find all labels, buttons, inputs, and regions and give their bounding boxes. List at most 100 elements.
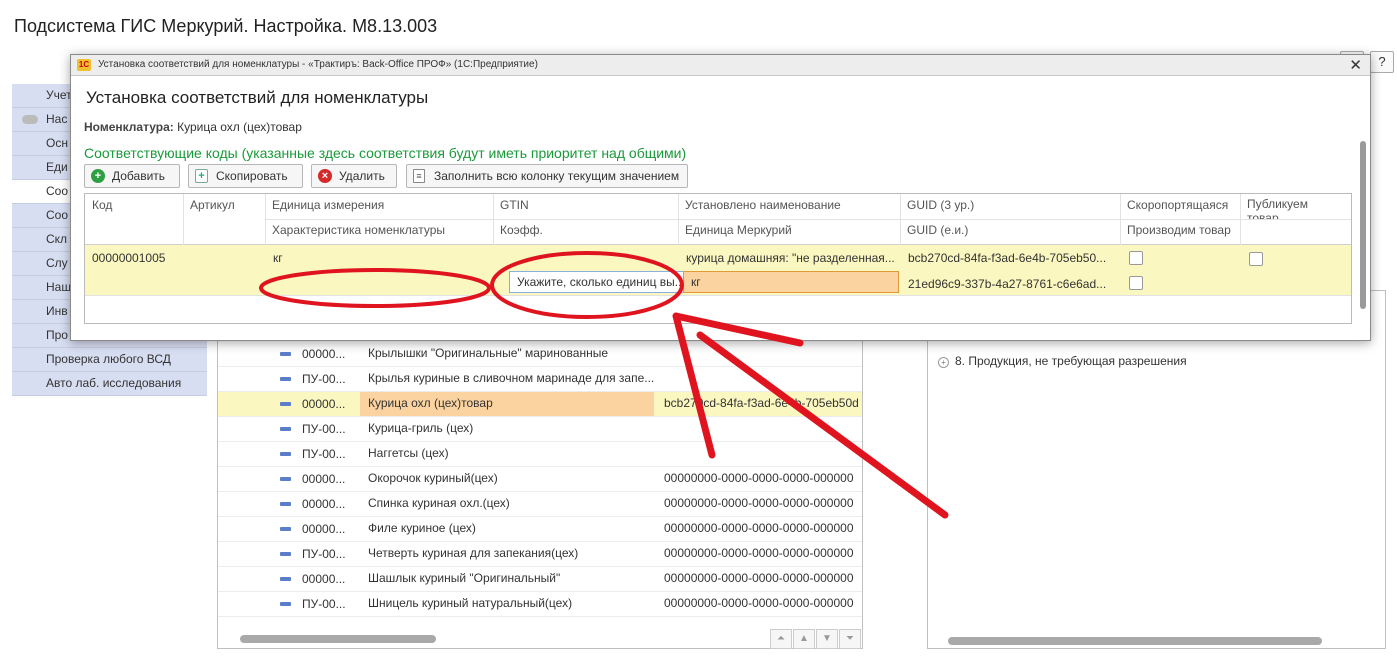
item-guid: 00000000-0000-0000-0000-000000 (664, 596, 854, 610)
col-characteristic[interactable]: Характеристика номенклатуры (265, 219, 493, 244)
dialog-heading: Установка соответствий для номенклатуры (86, 88, 429, 107)
item-name: Крылья куриные в сливочном маринаде для … (368, 371, 654, 385)
toggle-icon[interactable] (22, 115, 38, 124)
col-mercury-unit[interactable]: Единица Меркурий (678, 219, 900, 244)
row-guid-unit[interactable]: 21ed96c9-337b-4a27-8761-c6e6ad... (908, 277, 1116, 291)
nomenclature-value[interactable]: Курица охл (цех)товар (177, 120, 302, 134)
coef-input[interactable]: Укажите, сколько единиц вы... (509, 271, 689, 293)
item-icon (280, 352, 291, 356)
perishable-checkbox[interactable] (1129, 251, 1143, 265)
list-item[interactable]: 00000... Шашлык куриный "Оригинальный" 000… (218, 566, 862, 592)
nav-item[interactable]: Проверка любого ВСД (12, 348, 207, 372)
list-horizontal-scrollbar[interactable] (240, 635, 436, 643)
scroll-up-icon[interactable]: ▲ (793, 629, 815, 649)
col-code[interactable]: Код (85, 194, 183, 219)
help-button[interactable]: ? (1370, 51, 1394, 73)
item-icon (280, 452, 291, 456)
mercury-unit-input[interactable]: кг (683, 271, 899, 293)
item-name: Курица-гриль (цех) (368, 421, 474, 435)
item-guid (664, 441, 862, 466)
row-code[interactable]: 00000001005 (92, 251, 165, 265)
mapping-dialog: 1С Установка соответствий для номенклату… (70, 54, 1371, 341)
item-code: 00000... (302, 472, 346, 486)
item-icon (280, 527, 291, 531)
panel-horizontal-scrollbar[interactable] (948, 637, 1322, 645)
item-code: 00000... (302, 497, 346, 511)
list-item[interactable]: ПУ-00... Четверть куриная для запекания(ц… (218, 541, 862, 567)
list-item[interactable]: 00000... Крылышки "Оригинальные" маринова… (218, 341, 862, 367)
col-article[interactable]: Артикул (183, 194, 265, 219)
expand-icon[interactable]: + (938, 357, 949, 368)
list-item[interactable]: ПУ-00... Шницель куриный натуральный(цех)… (218, 591, 862, 617)
item-code: 00000... (302, 347, 346, 361)
col-set-name[interactable]: Установлено наименование (678, 194, 900, 219)
dialog-vertical-scrollbar[interactable] (1360, 141, 1366, 309)
item-name: Окорочок куриный(цех) (368, 471, 498, 485)
tree-item[interactable]: +8. Продукция, не требующая разрешения (938, 354, 1187, 368)
coef-hint: Укажите, сколько единиц вы... (517, 275, 685, 289)
col-produce[interactable]: Производим товар (1120, 219, 1240, 244)
item-code: ПУ-00... (302, 447, 346, 461)
item-guid: 00000000-0000-0000-0000-000000 (664, 496, 854, 510)
item-name: Четверть куриная для запекания(цех) (368, 546, 579, 560)
produce-checkbox[interactable] (1129, 276, 1143, 290)
copy-button[interactable]: + Скопировать (188, 164, 303, 188)
list-item[interactable]: ПУ-00... Курица-гриль (цех) (218, 416, 862, 442)
list-item[interactable]: 00000... Курица охл (цех)товар bcb270cd-84… (218, 391, 862, 417)
close-icon[interactable]: ✕ (1349, 56, 1362, 74)
col-unit[interactable]: Единица измерения (265, 194, 493, 219)
col-gtin[interactable]: GTIN (493, 194, 678, 219)
scroll-last-icon[interactable]: ⏷ (839, 629, 861, 649)
publish-checkbox[interactable] (1249, 252, 1263, 266)
col-coef[interactable]: Коэфф. (493, 219, 678, 244)
item-name: Филе куриное (цех) (368, 521, 476, 535)
item-guid: 00000000-0000-0000-0000-000000 (664, 546, 854, 560)
fill-column-icon: ≡ (413, 169, 425, 183)
col-publish[interactable]: Публикуем товар (1240, 194, 1335, 219)
item-guid (664, 341, 862, 366)
product-tree-panel: +8. Продукция, не требующая разрешения (927, 290, 1386, 649)
nav-item-label: Соо (46, 208, 69, 222)
nav-item-label: Соо (46, 184, 69, 198)
scroll-first-icon[interactable]: ⏶ (770, 629, 792, 649)
nav-item-label: Про (46, 328, 68, 342)
row-unit[interactable]: кг (273, 251, 283, 265)
item-icon (280, 577, 291, 581)
dialog-window-title: Установка соответствий для номенклатуры … (98, 59, 538, 70)
item-code: 00000... (302, 572, 346, 586)
nav-item-label: Нас (46, 112, 68, 126)
item-name: Курица охл (цех)товар (360, 391, 654, 416)
list-item[interactable]: ПУ-00... Крылья куриные в сливочном марин… (218, 366, 862, 392)
tree-item-label: 8. Продукция, не требующая разрешения (955, 354, 1187, 368)
row-guid3[interactable]: bcb270cd-84fa-f3ad-6e4b-705eb50... (908, 251, 1116, 265)
mapping-grid: Код Артикул Единица измерения GTIN Устан… (84, 193, 1352, 324)
scroll-down-icon[interactable]: ▼ (816, 629, 838, 649)
nav-item-label: Авто лаб. исследования (46, 376, 182, 390)
col-guid-unit[interactable]: GUID (е.и.) (900, 219, 1120, 244)
nav-item-label: Инв (46, 304, 68, 318)
item-code: ПУ-00... (302, 597, 346, 611)
item-icon (280, 602, 291, 606)
list-item[interactable]: 00000... Спинка куриная охл.(цех) 00000000… (218, 491, 862, 517)
item-guid (664, 366, 862, 391)
page-title: Подсистема ГИС Меркурий. Настройка. М8.1… (14, 16, 438, 36)
app-logo-icon: 1С (77, 59, 91, 71)
list-item[interactable]: ПУ-00... Наггетсы (цех) (218, 441, 862, 467)
fill-column-button[interactable]: ≡ Заполнить всю колонку текущим значение… (406, 164, 688, 188)
delete-icon: × (318, 169, 332, 183)
delete-button[interactable]: × Удалить (311, 164, 397, 188)
col-perishable[interactable]: Скоропортящаяся (1120, 194, 1240, 219)
row-set-name[interactable]: курица домашняя: "не разделенная... (686, 251, 896, 265)
nav-item-label: Наш (46, 280, 71, 294)
col-guid3[interactable]: GUID (3 ур.) (900, 194, 1120, 219)
nav-item[interactable]: Авто лаб. исследования (12, 372, 207, 396)
item-name: Спинка куриная охл.(цех) (368, 496, 510, 510)
plus-icon: + (91, 169, 105, 183)
list-item[interactable]: 00000... Окорочок куриный(цех) 00000000-00… (218, 466, 862, 492)
nomenclature-field: Номенклатура: Курица охл (цех)товар (84, 120, 302, 134)
nav-item-label: Проверка любого ВСД (46, 352, 171, 366)
dialog-titlebar[interactable]: 1С Установка соответствий для номенклату… (71, 55, 1370, 76)
item-icon (280, 477, 291, 481)
add-button[interactable]: + Добавить (84, 164, 180, 188)
list-item[interactable]: 00000... Филе куриное (цех) 00000000-0000-… (218, 516, 862, 542)
